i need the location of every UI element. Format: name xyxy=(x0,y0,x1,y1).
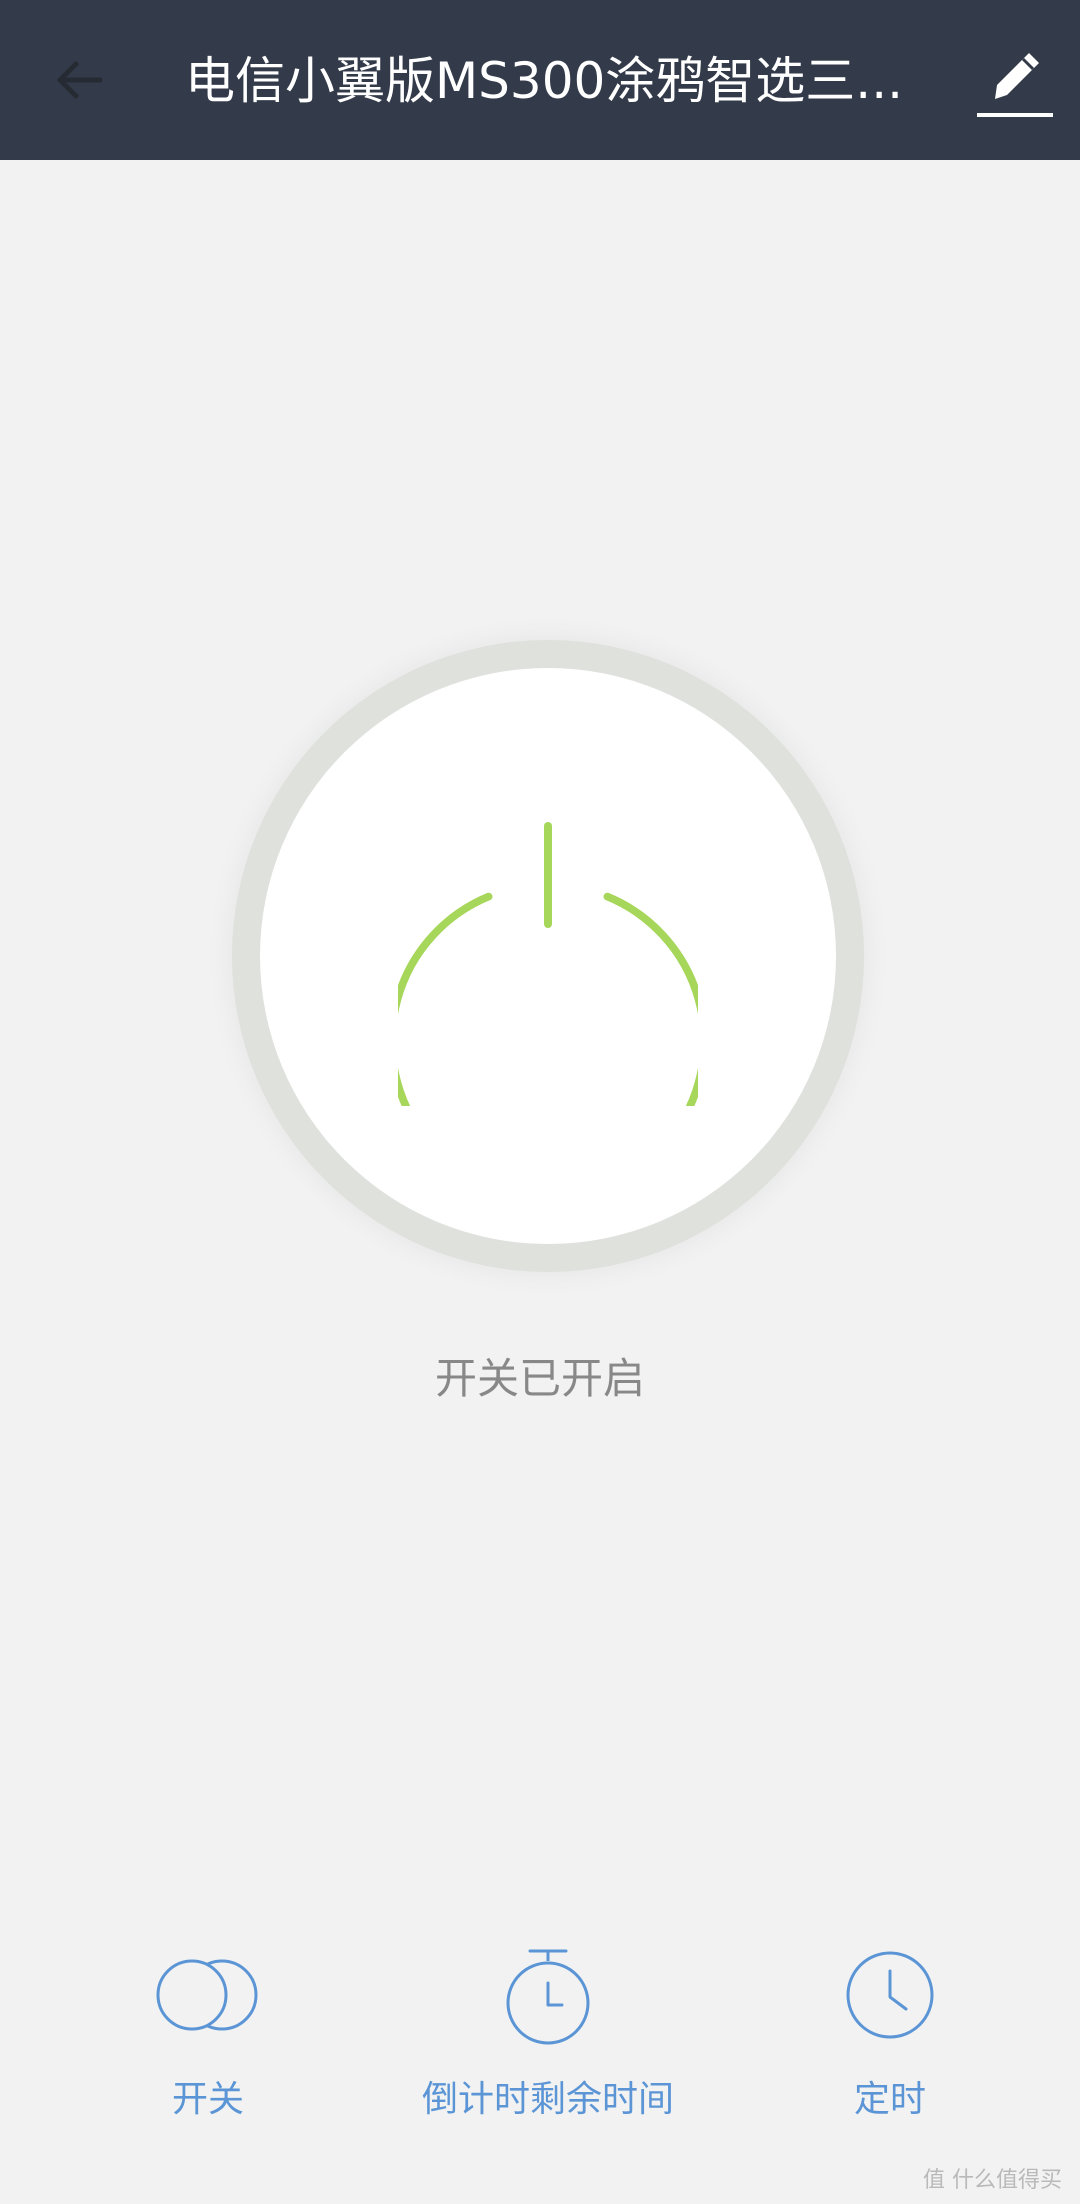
toggle-action-label: 开关 xyxy=(171,2079,244,2120)
countdown-action-label: 倒计时剩余时间 xyxy=(421,2079,674,2120)
power-icon xyxy=(398,822,698,1106)
schedule-icon-wrap xyxy=(830,1940,950,2050)
power-button[interactable] xyxy=(260,668,836,1244)
clock-icon xyxy=(846,1951,934,2039)
pencil-icon xyxy=(977,53,1053,117)
toggle-icon-wrap xyxy=(148,1940,268,2050)
app-header: 电信小翼版MS300涂鸦智选三... xyxy=(0,0,1080,160)
bottom-action-bar: 开关 倒计时剩余时间 定时 xyxy=(0,1940,1080,2130)
countdown-action-button[interactable]: 倒计时剩余时间 xyxy=(398,1940,698,2130)
edit-button[interactable] xyxy=(975,36,1055,126)
toggle-action-button[interactable]: 开关 xyxy=(58,1940,358,2130)
arrow-left-icon xyxy=(57,61,103,99)
power-ring xyxy=(232,640,864,1272)
schedule-action-button[interactable]: 定时 xyxy=(740,1940,1040,2130)
page-title: 电信小翼版MS300涂鸦智选三... xyxy=(185,52,903,110)
schedule-action-label: 定时 xyxy=(853,2079,926,2120)
countdown-icon-wrap xyxy=(488,1940,608,2050)
toggle-circles-icon xyxy=(156,1959,258,2031)
power-status-text: 开关已开启 xyxy=(434,1354,645,1403)
stopwatch-icon xyxy=(506,1949,590,2045)
watermark: 值 什么值得买 xyxy=(923,2168,1062,2193)
back-button[interactable] xyxy=(40,40,120,120)
